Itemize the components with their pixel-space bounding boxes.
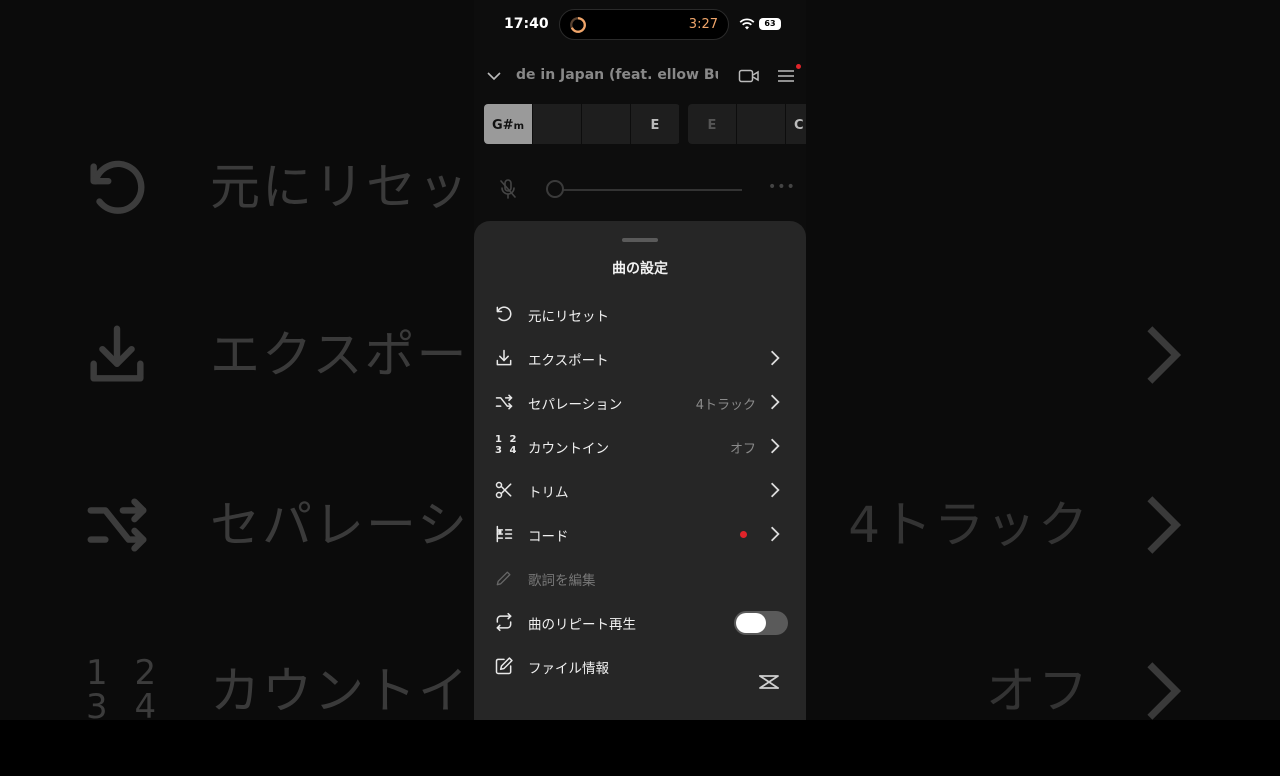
chevron-right-icon xyxy=(770,350,780,366)
chord-cell[interactable]: E xyxy=(688,104,737,144)
chord-cell[interactable]: G#m xyxy=(484,104,533,144)
bg-value: オフ xyxy=(986,662,1090,720)
menu-item-label: カウントイン xyxy=(528,441,609,457)
reset-icon xyxy=(90,160,145,214)
menu-item-label: 歌詞を編集 xyxy=(528,573,596,589)
edit-box-icon xyxy=(495,657,513,675)
chevron-right-icon xyxy=(770,438,780,454)
chord-cell[interactable] xyxy=(533,104,582,144)
new-badge-dot xyxy=(740,531,747,538)
menu-item-value: オフ xyxy=(729,442,756,457)
chord-cell[interactable] xyxy=(737,104,786,144)
scissors-icon xyxy=(495,481,512,499)
sheet-grabber[interactable] xyxy=(622,238,658,242)
video-camera-icon[interactable] xyxy=(738,67,760,85)
chord-icon xyxy=(496,525,513,543)
player-header: de in Japan (feat. ellow Buck xyxy=(474,58,806,94)
repeat-icon xyxy=(496,612,512,632)
menu-item-export[interactable]: エクスポート xyxy=(474,336,806,380)
volume-slider-track[interactable] xyxy=(556,189,742,191)
chevron-right-icon xyxy=(1147,496,1182,554)
sheet-title: 曲の設定 xyxy=(612,261,668,277)
menu-item-chord[interactable]: コード xyxy=(474,512,806,556)
volume-slider-knob[interactable] xyxy=(546,180,564,198)
bg-label: セパレーシ xyxy=(210,496,469,554)
progress-ring-icon xyxy=(570,17,586,33)
download-icon xyxy=(496,349,512,366)
chord-cell[interactable] xyxy=(582,104,631,144)
chevron-right-icon xyxy=(770,526,780,542)
mic-muted-icon[interactable] xyxy=(498,178,518,200)
menu-icon[interactable] xyxy=(776,67,796,85)
capcut-watermark-icon xyxy=(759,675,779,689)
menu-item-repeat[interactable]: 曲のリピート再生 xyxy=(474,600,806,644)
bg-label: エクスポー xyxy=(210,326,469,384)
chord-bar: E C xyxy=(688,104,806,144)
chevron-down-icon[interactable] xyxy=(484,66,504,86)
download-icon xyxy=(90,325,144,382)
chevron-right-icon xyxy=(1147,662,1182,720)
menu-item-reset[interactable]: 元にリセット xyxy=(474,292,806,336)
phone-screen: 17:40 3:27 63 de in Japan (feat. ellow B… xyxy=(474,0,806,720)
menu-item-count-in[interactable]: 1 2 3 4 カウントイン オフ xyxy=(474,424,806,468)
menu-item-file-info[interactable]: ファイル情報 xyxy=(474,644,806,688)
vocal-mixer: ••• xyxy=(474,170,806,210)
bg-label: カウントイ xyxy=(210,662,470,720)
reset-icon xyxy=(496,306,512,322)
chord-cell[interactable]: E xyxy=(631,104,680,144)
menu-item-label: ファイル情報 xyxy=(528,661,609,677)
dynamic-island[interactable]: 3:27 xyxy=(559,9,729,40)
count-in-icon: 1 2 3 4 xyxy=(86,653,165,727)
menu-item-trim[interactable]: トリム xyxy=(474,468,806,512)
chevron-right-icon xyxy=(770,394,780,410)
status-time: 17:40 xyxy=(504,16,549,32)
repeat-toggle[interactable] xyxy=(734,611,788,635)
toggle-knob xyxy=(736,613,766,633)
song-title: de in Japan (feat. ellow Buck xyxy=(516,67,718,83)
notification-dot xyxy=(796,64,801,69)
chevron-right-icon xyxy=(1147,326,1182,384)
shuffle-icon xyxy=(87,498,147,552)
bg-value: 4トラック xyxy=(848,496,1090,554)
song-settings-sheet: 曲の設定 元にリセット エクスポート セパレーション 4トラック 1 2 3 4… xyxy=(474,221,806,720)
chevron-right-icon xyxy=(770,482,780,498)
more-options-icon[interactable]: ••• xyxy=(768,179,796,195)
wifi-icon xyxy=(739,18,755,30)
bg-label: 元にリセッ xyxy=(210,158,470,216)
pencil-icon xyxy=(496,571,511,586)
menu-item-label: 曲のリピート再生 xyxy=(528,617,636,633)
chord-cell[interactable]: C xyxy=(786,104,806,144)
menu-item-label: トリム xyxy=(528,485,569,501)
menu-item-label: エクスポート xyxy=(528,353,609,369)
battery-indicator: 63 xyxy=(759,18,781,30)
shuffle-icon xyxy=(495,394,513,410)
island-timer: 3:27 xyxy=(688,17,718,32)
status-bar: 17:40 3:27 63 xyxy=(474,0,806,50)
menu-item-separation[interactable]: セパレーション 4トラック xyxy=(474,380,806,424)
menu-item-value: 4トラック xyxy=(695,398,756,413)
menu-item-label: コード xyxy=(528,529,569,545)
menu-item-label: 元にリセット xyxy=(528,309,609,325)
chord-bar: G#m E xyxy=(484,104,680,144)
count-in-icon: 1 2 3 4 xyxy=(495,434,519,456)
menu-item-label: セパレーション xyxy=(528,397,623,413)
menu-item-edit-lyrics: 歌詞を編集 xyxy=(474,556,806,600)
chord-timeline[interactable]: G#m E E C xyxy=(484,104,806,144)
